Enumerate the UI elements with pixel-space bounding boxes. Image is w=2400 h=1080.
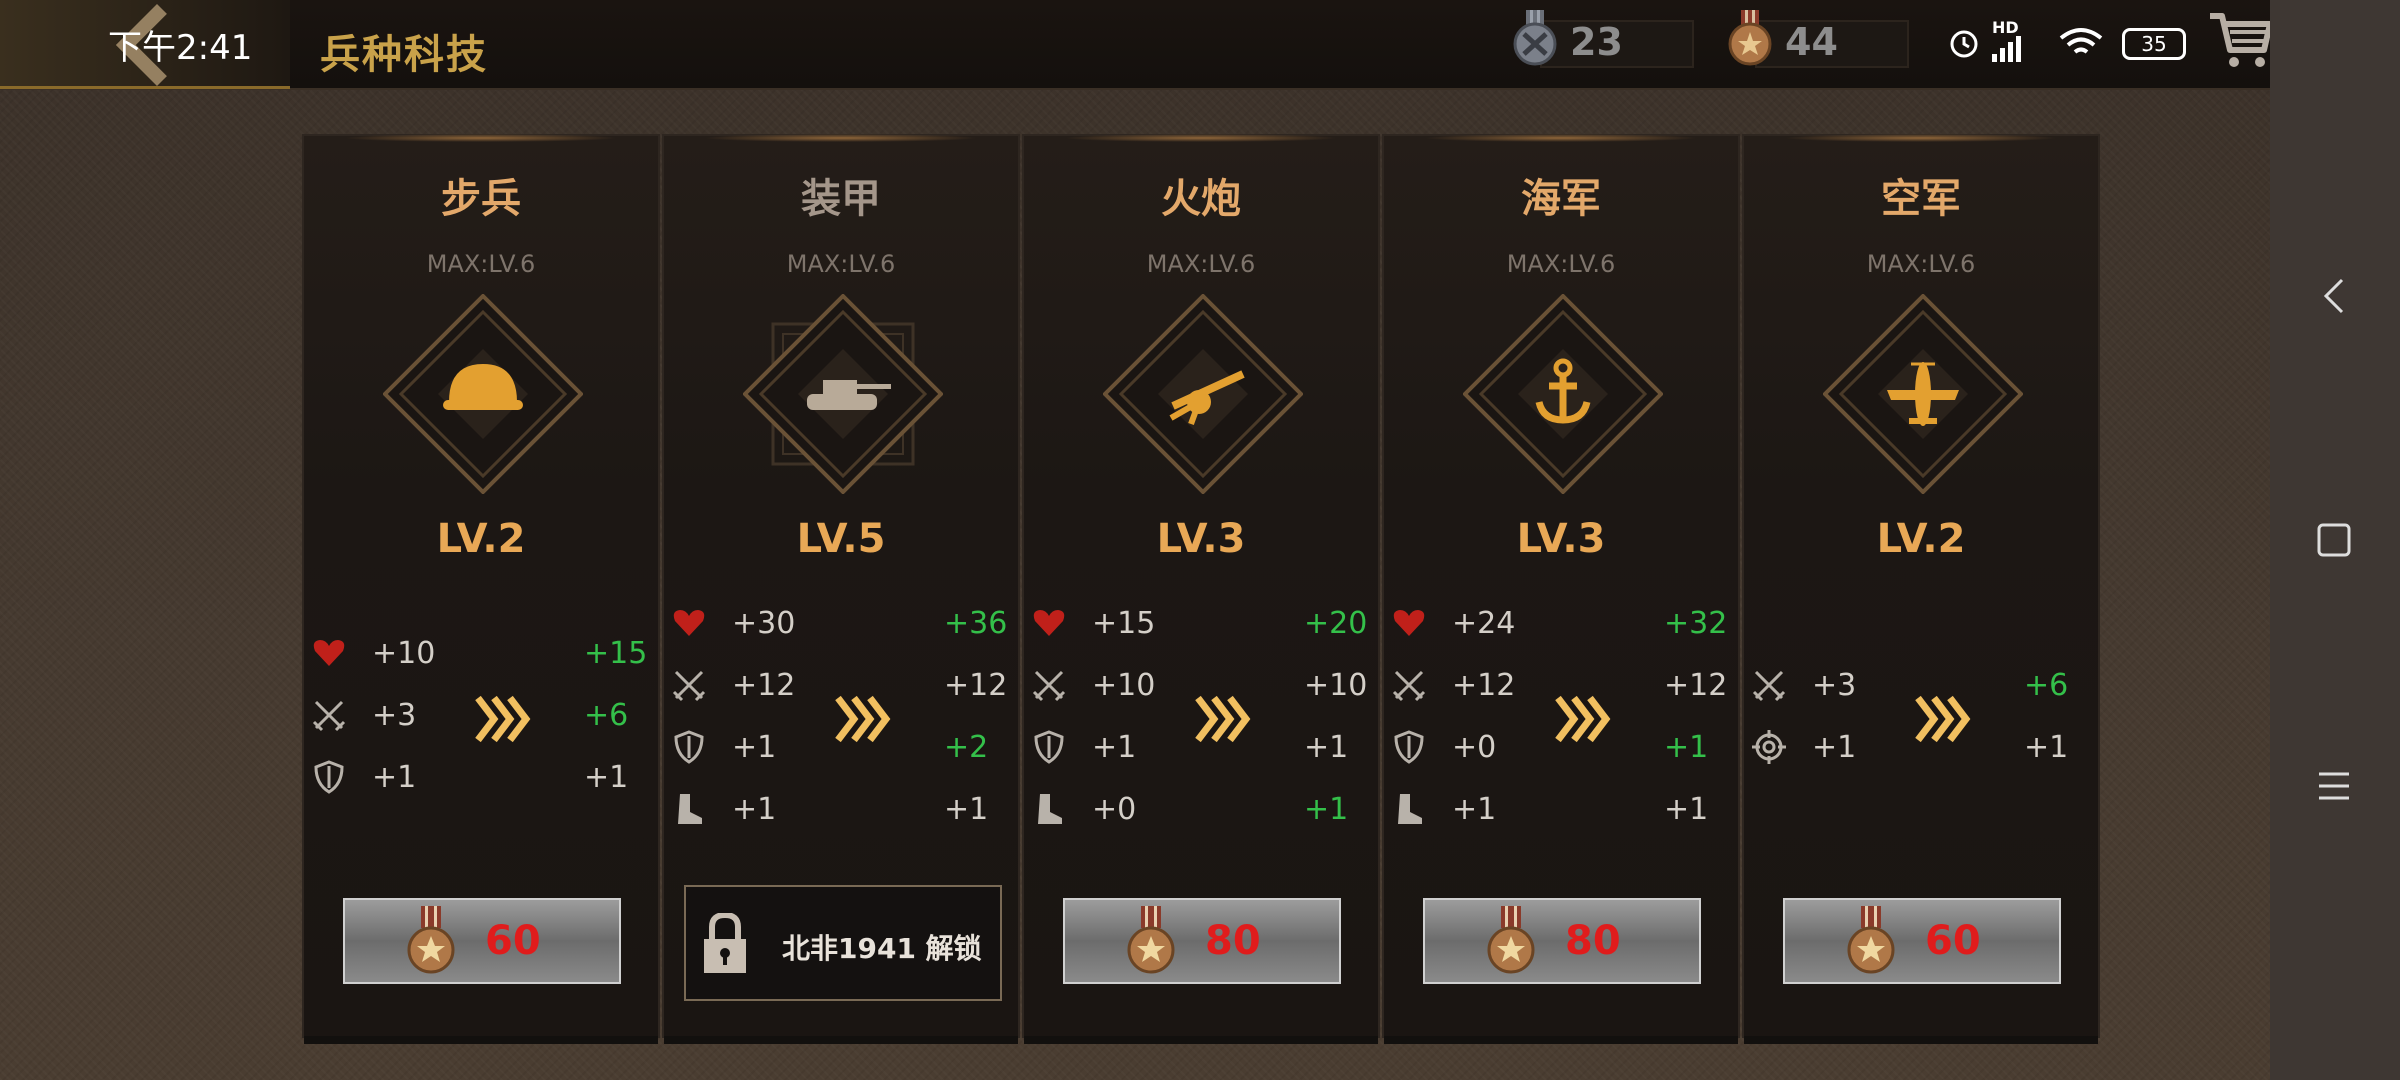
upgrade-button[interactable]: 80 — [1423, 898, 1701, 984]
stat-row-speed: +0 +1 — [1032, 788, 1372, 828]
system-navigation — [2270, 0, 2400, 1080]
unit-tech-cards: 步兵 MAX:LV.6 LV.2 +10 +15 +3 +6 +1 +1 60 … — [302, 134, 2102, 1044]
upgrade-arrow-icon — [475, 695, 531, 743]
upgrade-cost: 60 — [485, 918, 541, 964]
silver-count: 23 — [1570, 20, 1623, 64]
resource-bronze[interactable]: 44 — [1725, 10, 1915, 68]
card-name: 空军 — [1881, 176, 1961, 222]
upgrade-button[interactable]: 80 — [1063, 898, 1341, 984]
upgrade-arrow-icon — [1555, 695, 1611, 743]
shield-icon — [1034, 730, 1064, 764]
plane-icon — [1823, 294, 2023, 494]
heart-icon — [313, 640, 345, 666]
page-title: 兵种科技 — [320, 32, 488, 78]
bronze-medal-icon — [1728, 10, 1772, 66]
card-level: LV.3 — [1516, 516, 1606, 562]
card-max-level: MAX:LV.6 — [426, 250, 536, 278]
battery-indicator: 35 — [2122, 28, 2186, 60]
lock-icon — [704, 913, 746, 973]
tech-card-airforce[interactable]: 空军 MAX:LV.6 LV.2 +3 +6 +1 +1 60 — [1742, 134, 2100, 1044]
swords-icon — [1752, 670, 1786, 702]
stat-row-hp: +15 +20 — [1032, 602, 1372, 642]
unlock-text: 北非1941 解锁 — [782, 932, 982, 965]
upgrade-button[interactable]: 60 — [343, 898, 621, 984]
nav-home-icon[interactable] — [2316, 522, 2352, 558]
anchor-icon — [1463, 294, 1663, 494]
shield-icon — [1394, 730, 1424, 764]
bronze-medal-icon — [1487, 906, 1535, 974]
heart-icon — [1393, 610, 1425, 636]
tech-card-navy[interactable]: 海军 MAX:LV.6 LV.3 +24 +32 +12 +12 +0 +1 +… — [1382, 134, 1740, 1044]
nav-back-icon[interactable] — [2318, 276, 2352, 316]
heart-icon — [673, 610, 705, 636]
silver-medal-icon — [1513, 10, 1557, 66]
stat-row-hp: +10 +15 — [312, 632, 652, 672]
shield-icon — [674, 730, 704, 764]
upgrade-button[interactable]: 60 — [1783, 898, 2061, 984]
card-max-level: MAX:LV.6 — [1506, 250, 1616, 278]
swords-icon — [1392, 670, 1426, 702]
upgrade-arrow-icon — [835, 695, 891, 743]
swords-icon — [672, 670, 706, 702]
card-name: 海军 — [1521, 176, 1601, 222]
card-name: 装甲 — [801, 176, 881, 222]
card-level: LV.5 — [796, 516, 886, 562]
alarm-icon — [1950, 30, 1978, 58]
artillery-icon — [1103, 294, 1303, 494]
signal-icon — [1992, 36, 2021, 62]
helmet-icon — [383, 294, 583, 494]
crosshair-icon — [1752, 730, 1786, 764]
unlock-requirement-button[interactable]: 北非1941 解锁 — [684, 885, 1002, 1001]
resource-silver[interactable]: 23 — [1510, 10, 1700, 68]
card-name: 火炮 — [1161, 176, 1241, 222]
shop-cart-icon[interactable] — [2206, 8, 2276, 72]
card-level: LV.3 — [1156, 516, 1246, 562]
shield-icon — [314, 760, 344, 794]
swords-icon — [312, 700, 346, 732]
stat-row-hp: +24 +32 — [1392, 602, 1732, 642]
tech-card-artillery[interactable]: 火炮 MAX:LV.6 LV.3 +15 +20 +10 +10 +1 +1 +… — [1022, 134, 1380, 1044]
wifi-icon — [2059, 28, 2103, 54]
card-name: 步兵 — [441, 176, 521, 222]
upgrade-cost: 80 — [1565, 918, 1621, 964]
system-status-icons: HD 35 — [1942, 16, 2192, 66]
card-max-level: MAX:LV.6 — [1146, 250, 1256, 278]
bronze-medal-icon — [407, 906, 455, 974]
card-level: LV.2 — [436, 516, 526, 562]
battery-level: 35 — [2141, 32, 2167, 56]
swords-icon — [1032, 670, 1066, 702]
status-time: 下午2:41 — [108, 28, 253, 68]
upgrade-arrow-icon — [1195, 695, 1251, 743]
boot-icon — [1038, 794, 1062, 824]
boot-icon — [678, 794, 702, 824]
upgrade-cost: 80 — [1205, 918, 1261, 964]
stat-row-hp: +30 +36 — [672, 602, 1012, 642]
stat-row-speed: +1 +1 — [672, 788, 1012, 828]
card-max-level: MAX:LV.6 — [786, 250, 896, 278]
stat-row-speed: +1 +1 — [1392, 788, 1732, 828]
bronze-medal-icon — [1847, 906, 1895, 974]
nav-menu-icon[interactable] — [2316, 768, 2352, 804]
boot-icon — [1398, 794, 1422, 824]
tech-card-infantry[interactable]: 步兵 MAX:LV.6 LV.2 +10 +15 +3 +6 +1 +1 60 — [302, 134, 660, 1044]
bronze-medal-icon — [1127, 906, 1175, 974]
top-bar: 下午2:41 兵种科技 23 44 HD 35 — [0, 0, 2273, 90]
stat-row-defense: +1 +1 — [312, 756, 652, 796]
tech-card-armor[interactable]: 装甲 MAX:LV.6 LV.5 +30 +36 +12 +12 +1 +2 +… — [662, 134, 1020, 1044]
card-level: LV.2 — [1876, 516, 1966, 562]
heart-icon — [1033, 610, 1065, 636]
card-max-level: MAX:LV.6 — [1866, 250, 1976, 278]
upgrade-cost: 60 — [1925, 918, 1981, 964]
bronze-count: 44 — [1785, 20, 1838, 64]
tank-icon — [743, 294, 943, 494]
upgrade-arrow-icon — [1915, 695, 1971, 743]
